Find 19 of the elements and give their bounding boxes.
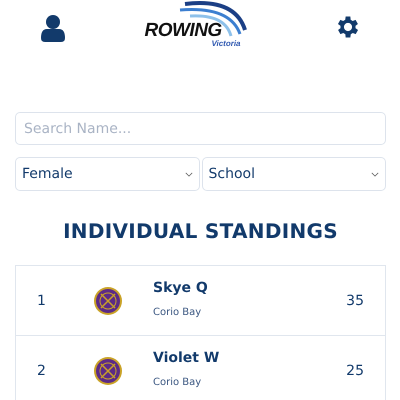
- club-name: Corio Bay: [153, 306, 202, 318]
- crest-icon: [93, 356, 123, 386]
- club-name: Corio Bay: [153, 376, 202, 388]
- crest-icon: [93, 286, 123, 316]
- chevron-down-icon: [184, 172, 192, 176]
- athlete-name: Skye Q: [153, 280, 209, 296]
- filter-dropdown[interactable]: Female: [15, 157, 200, 191]
- logo-subtitle: Victoria: [211, 39, 240, 48]
- search-field[interactable]: Search Name...: [15, 112, 386, 145]
- athlete-name: Violet W: [153, 350, 220, 366]
- logo-title: ROWING: [144, 20, 222, 41]
- points-value: 25: [346, 362, 364, 378]
- rank-number: 1: [37, 292, 47, 308]
- points-value: 35: [346, 292, 364, 308]
- filter-dropdown[interactable]: School: [202, 157, 386, 191]
- rank-number: 2: [37, 362, 47, 378]
- standings-heading: INDIVIDUAL STANDINGS: [62, 219, 339, 243]
- chevron-down-icon: [371, 172, 379, 176]
- user-icon[interactable]: [41, 14, 65, 42]
